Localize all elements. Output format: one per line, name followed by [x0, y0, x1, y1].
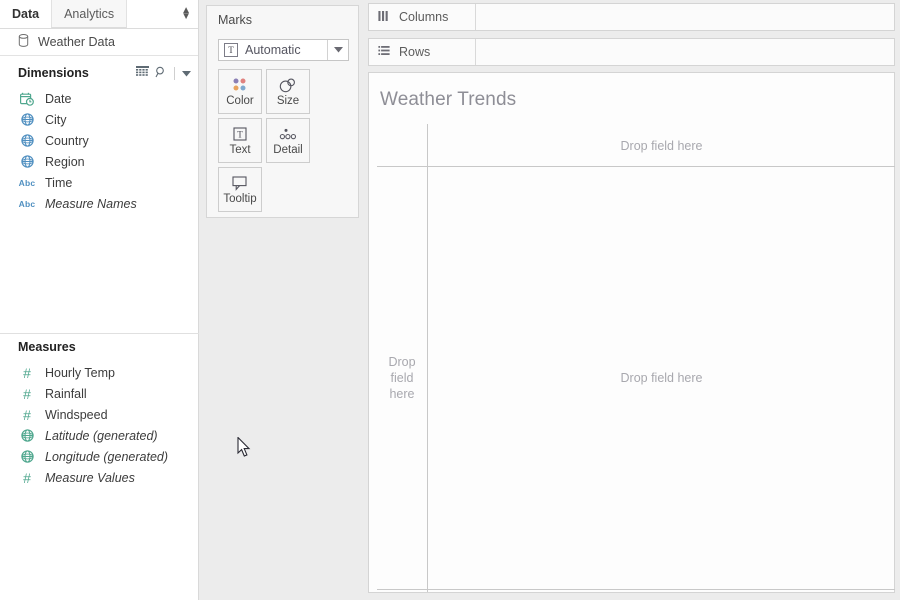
- sort-updown-icon[interactable]: ▲▼: [181, 8, 191, 20]
- field-latitude-generated[interactable]: Latitude (generated): [0, 425, 199, 446]
- field-label: Date: [45, 92, 71, 106]
- columns-icon: [378, 10, 390, 25]
- marks-button-label: Text: [229, 145, 250, 157]
- field-windspeed[interactable]: # Windspeed: [0, 404, 199, 425]
- rows-shelf-label: Rows: [369, 39, 476, 65]
- dimensions-title: Dimensions: [18, 66, 89, 80]
- shelf-label-text: Columns: [399, 10, 448, 24]
- field-label: Hourly Temp: [45, 366, 115, 380]
- marks-shelf-buttons: Color Size T: [218, 69, 352, 212]
- column-drop-hint[interactable]: Drop field here: [428, 125, 895, 166]
- columns-shelf: Columns: [368, 3, 895, 31]
- marks-button-label: Detail: [273, 145, 302, 157]
- marks-color-button[interactable]: Color: [218, 69, 262, 114]
- text-box-icon: T: [224, 43, 238, 57]
- chevron-down-icon[interactable]: [327, 40, 348, 60]
- data-pane: Data Analytics ▲▼ Weather Data Dimension…: [0, 0, 199, 600]
- field-label: Latitude (generated): [45, 429, 158, 443]
- pane-tabstrip: Data Analytics ▲▼: [0, 0, 198, 29]
- globe-icon: [19, 429, 35, 442]
- globe-icon: [19, 134, 35, 147]
- worksheet-canvas: Weather Trends Drop field here Drop fiel…: [368, 72, 895, 593]
- dimensions-section: Dimensions: [0, 60, 199, 214]
- tab-analytics-label: Analytics: [64, 7, 114, 21]
- field-label: Country: [45, 134, 89, 148]
- marks-size-button[interactable]: Size: [266, 69, 310, 114]
- columns-shelf-dropzone[interactable]: [476, 4, 894, 30]
- tab-analytics[interactable]: Analytics: [51, 0, 127, 28]
- tableau-worksheet-window: Data Analytics ▲▼ Weather Data Dimension…: [0, 0, 900, 600]
- marks-text-button[interactable]: T Text: [218, 118, 262, 163]
- field-country[interactable]: Country: [0, 130, 199, 151]
- field-city[interactable]: City: [0, 109, 199, 130]
- shelf-label-text: Rows: [399, 45, 430, 59]
- datasource-label: Weather Data: [38, 35, 115, 49]
- marks-button-label: Tooltip: [223, 194, 256, 206]
- rows-icon: [378, 45, 390, 60]
- mark-type-value: Automatic: [245, 43, 301, 57]
- field-date[interactable]: Date: [0, 88, 199, 109]
- field-label: Windspeed: [45, 408, 108, 422]
- field-time[interactable]: Abc Time: [0, 172, 199, 193]
- field-rainfall[interactable]: # Rainfall: [0, 383, 199, 404]
- row-drop-hint[interactable]: Drop field here: [377, 167, 427, 589]
- center-drop-hint[interactable]: Drop field here: [428, 167, 895, 589]
- field-hourly-temp[interactable]: # Hourly Temp: [0, 362, 199, 383]
- abc-text-icon: Abc: [19, 178, 35, 188]
- tab-data-label: Data: [12, 7, 39, 21]
- rows-shelf: Rows: [368, 38, 895, 66]
- marks-card: Marks T Automatic: [206, 5, 359, 218]
- datasource-item-weather-data[interactable]: Weather Data: [0, 29, 198, 56]
- bottom-axis-line: [377, 589, 895, 590]
- measures-title: Measures: [18, 340, 76, 354]
- marks-tooltip-button[interactable]: Tooltip: [218, 167, 262, 212]
- hash-number-icon: #: [19, 387, 35, 401]
- field-measure-names[interactable]: Abc Measure Names: [0, 193, 199, 214]
- mark-type-dropdown[interactable]: T Automatic: [218, 39, 349, 61]
- tooltip-bubble-icon: [231, 174, 249, 192]
- marks-card-title: Marks: [207, 6, 358, 27]
- measures-field-list: # Hourly Temp # Rainfall # Windspeed: [0, 360, 199, 488]
- field-measure-values[interactable]: # Measure Values: [0, 467, 199, 488]
- field-label: Longitude (generated): [45, 450, 168, 464]
- svg-text:T: T: [237, 129, 243, 139]
- marks-detail-button[interactable]: Detail: [266, 118, 310, 163]
- field-label: Measure Names: [45, 197, 137, 211]
- dimensions-header: Dimensions: [0, 60, 199, 86]
- tab-data[interactable]: Data: [0, 0, 51, 28]
- header-divider: [174, 67, 175, 80]
- color-dots-icon: [231, 76, 249, 94]
- columns-shelf-label: Columns: [369, 4, 476, 30]
- marks-button-label: Size: [277, 96, 299, 108]
- globe-icon: [19, 450, 35, 463]
- field-label: Region: [45, 155, 85, 169]
- abc-text-icon: Abc: [19, 199, 35, 209]
- marks-pane: Marks T Automatic: [200, 0, 365, 600]
- database-cylinder-icon: [18, 34, 29, 50]
- measures-section: Measures # Hourly Temp # Rainfall # Wind…: [0, 334, 199, 488]
- globe-icon: [19, 113, 35, 126]
- detail-dots-icon: [278, 125, 298, 143]
- field-label: Time: [45, 176, 72, 190]
- calendar-clock-icon: [19, 92, 35, 106]
- rows-shelf-dropzone[interactable]: [476, 39, 894, 65]
- hash-number-icon: #: [19, 471, 35, 485]
- size-circles-icon: [278, 76, 298, 94]
- measures-header: Measures: [0, 334, 199, 360]
- grid-view-icon[interactable]: [136, 66, 149, 80]
- dimensions-field-list: Date City: [0, 86, 199, 214]
- worksheet-title[interactable]: Weather Trends: [380, 89, 516, 111]
- field-region[interactable]: Region: [0, 151, 199, 172]
- text-box-icon: T: [232, 125, 248, 143]
- hash-number-icon: #: [19, 408, 35, 422]
- search-icon[interactable]: [155, 66, 167, 81]
- hash-number-icon: #: [19, 366, 35, 380]
- field-longitude-generated[interactable]: Longitude (generated): [0, 446, 199, 467]
- globe-icon: [19, 155, 35, 168]
- marks-button-label: Color: [226, 96, 253, 108]
- field-label: City: [45, 113, 67, 127]
- field-label: Measure Values: [45, 471, 135, 485]
- chevron-down-icon[interactable]: [182, 66, 191, 80]
- field-label: Rainfall: [45, 387, 87, 401]
